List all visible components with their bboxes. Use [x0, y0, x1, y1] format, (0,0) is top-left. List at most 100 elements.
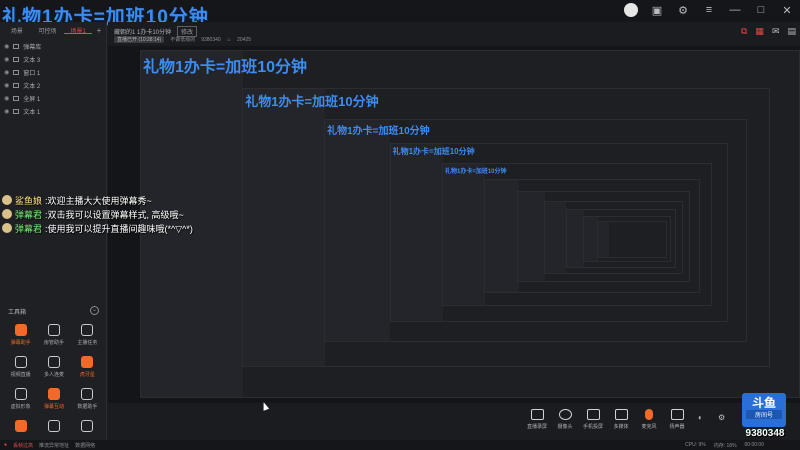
danmu-text: :使用我可以提升直播间趣味哦(*^▽^*) — [45, 223, 193, 234]
memory-usage: 内存: 18% — [713, 442, 737, 449]
avatar-icon — [14, 388, 27, 400]
camera-switch-icon[interactable]: ◐ — [698, 413, 703, 422]
screen-record-icon — [530, 409, 544, 420]
more-icon — [81, 420, 94, 432]
status-text: 推流异常地址 — [39, 442, 70, 449]
room-stats: 直播已开 (10:28:14) 不做低级的 9380340 ♨ 20425 — [114, 36, 251, 43]
tool-label: 数据助手 — [77, 404, 98, 410]
toolbox-grid: 弹幕助手 房管助手 主播任务 视频直播 多人连麦 虎牙星 虚拟形象 弹幕互动 数… — [4, 324, 104, 435]
user-avatar[interactable] — [624, 3, 638, 17]
multi-user-icon — [47, 356, 60, 368]
eye-icon[interactable]: ◉ — [4, 82, 9, 89]
source-type-icon — [13, 43, 20, 49]
tool-label: 房管助手 — [43, 340, 64, 346]
tool-label: 弹幕助手 — [10, 340, 31, 346]
music-icon — [47, 420, 60, 432]
gear-icon[interactable]: ⚙ — [676, 4, 690, 17]
scene-tab-3[interactable]: 场景1 — [64, 24, 93, 35]
room-admin-icon — [47, 324, 60, 336]
toolbar-label: 摄像头 — [557, 424, 573, 430]
eye-icon[interactable]: ◉ — [4, 69, 9, 76]
mirror-title: 礼物1办卡=加班10分钟 — [143, 59, 308, 76]
scene-tab-2[interactable]: 可控场 — [34, 24, 62, 35]
mirror-panel — [442, 164, 485, 305]
source-type-icon — [13, 108, 20, 114]
hot-value: 20425 — [237, 36, 252, 43]
mirror-title: 礼物1办卡=加班10分钟 — [245, 94, 379, 110]
tool-item[interactable]: 弹幕助手 — [4, 324, 37, 346]
tool-item[interactable] — [4, 420, 37, 435]
source-label: 文本 1 — [23, 109, 41, 116]
tool-item[interactable]: 多人连麦 — [37, 356, 70, 378]
task-icon — [81, 324, 94, 336]
chevron-down-icon[interactable]: ⌄ — [90, 306, 99, 315]
gift-box-icon[interactable]: ▦ — [755, 26, 764, 37]
fire-icon: ♨ — [226, 36, 232, 43]
tool-item[interactable] — [37, 420, 70, 435]
tool-item[interactable]: 主播任务 — [71, 324, 104, 346]
chart-icon — [81, 388, 94, 400]
video-icon — [14, 356, 27, 368]
danmu-user: 弹幕君 — [15, 209, 43, 220]
danmu-user: 弹幕君 — [15, 223, 43, 234]
speaker-icon — [670, 409, 684, 420]
eye-icon[interactable]: ◉ — [4, 108, 9, 115]
source-item[interactable]: ◉ 文本 3 — [0, 53, 106, 65]
tool-item[interactable]: 虎牙星 — [71, 356, 104, 378]
add-scene-button[interactable]: + — [95, 24, 103, 35]
source-item[interactable]: ◉ 窗口 1 — [0, 66, 106, 78]
scene-tabs: 场景 可控场 场景1 + — [0, 22, 106, 36]
source-item[interactable]: ◉ 文本 1 — [0, 105, 106, 117]
tool-item[interactable]: 房管助手 — [37, 324, 70, 346]
camera-icon — [558, 409, 572, 420]
close-icon[interactable]: ✕ — [780, 4, 794, 17]
bottom-toolbar: 直播录屏 摄像头 手机投屏 多媒体 麦克风 扬声器 ◐ ⚙ — [108, 403, 800, 440]
source-type-icon — [13, 56, 20, 62]
danmu-line: 鲨鱼娘:欢迎主播大大使用弹幕秀~ — [2, 194, 762, 206]
douyu-logo: 斗鱼 房间号 — [742, 393, 786, 427]
source-type-icon — [13, 82, 20, 88]
gear-icon[interactable]: ⚙ — [718, 413, 725, 422]
eye-icon[interactable]: ◉ — [4, 43, 9, 50]
status-metrics: CPU: 9% 内存: 18% 00:00:00 — [685, 440, 764, 450]
logo-sub: 房间号 — [746, 410, 782, 419]
source-list: ◉ 弹幕库 ◉ 文本 3 ◉ 窗口 1 ◉ 文本 2 ◉ 全屏 1 ◉ 文本 1 — [0, 40, 106, 117]
source-item[interactable]: ◉ 文本 2 — [0, 79, 106, 91]
status-warning: 丢帧过高 — [13, 442, 34, 449]
source-item[interactable]: ◉ 弹幕库 — [0, 40, 106, 52]
tool-item[interactable]: 弹幕互动 — [37, 388, 70, 410]
warning-icon: ● — [4, 442, 8, 448]
eye-icon[interactable]: ◉ — [4, 56, 9, 63]
toolbar-label: 直播录屏 — [526, 424, 547, 430]
message-icon[interactable]: ✉ — [772, 26, 780, 37]
mirror-title: 礼物1办卡=加班10分钟 — [392, 147, 475, 157]
danmu-line: 弹幕君:双击我可以设置弹幕样式, 高级哦~ — [2, 208, 762, 220]
tool-item[interactable]: 视频直播 — [4, 356, 37, 378]
avatar — [2, 223, 12, 233]
eye-icon[interactable]: ◉ — [4, 95, 9, 102]
toolbox-title: 工具箱 — [8, 310, 27, 316]
tool-label: 虚拟形象 — [10, 404, 31, 410]
tool-item[interactable]: 虚拟形象 — [4, 388, 37, 410]
status-bar: ● 丢帧过高 推流异常地址 数据网络 — [0, 440, 800, 450]
layout-icon[interactable]: ▤ — [787, 26, 796, 37]
scene-tab-1[interactable]: 场景 — [3, 24, 31, 35]
minimize-icon[interactable]: — — [728, 4, 742, 16]
share-icon[interactable]: ⧉ — [741, 26, 747, 37]
cpu-usage: CPU: 9% — [685, 442, 706, 448]
skin-icon[interactable]: ▣ — [650, 4, 664, 17]
toolbar-label: 麦克风 — [641, 424, 657, 430]
menu-icon[interactable]: ≡ — [702, 4, 716, 16]
danmu-text: :双击我可以设置弹幕样式, 高级哦~ — [45, 209, 184, 220]
tool-label: 主播任务 — [77, 340, 98, 346]
source-label: 文本 3 — [23, 57, 41, 64]
maximize-icon[interactable]: □ — [754, 4, 768, 16]
fans-label: 不做低级的 — [170, 37, 196, 43]
tool-item[interactable]: 数据助手 — [71, 388, 104, 410]
speaker-button[interactable]: 扬声器 — [660, 409, 694, 430]
danmu-text: :欢迎主播大大使用弹幕秀~ — [45, 195, 152, 206]
tool-item[interactable] — [71, 420, 104, 435]
toolbar-label: 多媒体 — [613, 424, 629, 430]
room-number: 9380348 — [745, 428, 785, 439]
source-item[interactable]: ◉ 全屏 1 — [0, 92, 106, 104]
